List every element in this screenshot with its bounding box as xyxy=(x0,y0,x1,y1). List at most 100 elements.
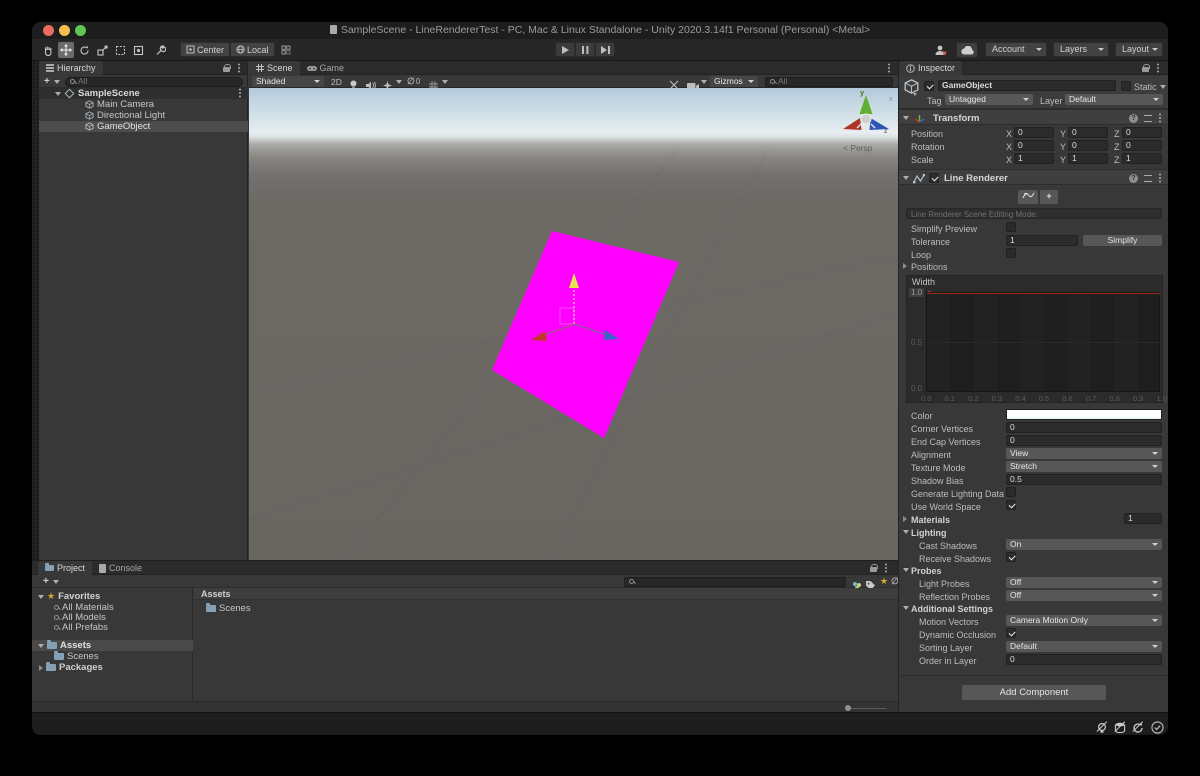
tree-row-assets[interactable]: Assets xyxy=(32,640,193,651)
gameobject-active-checkbox[interactable] xyxy=(924,81,934,91)
position-y-field[interactable]: 0 xyxy=(1068,127,1108,138)
texture-mode-dropdown[interactable]: Stretch xyxy=(1006,461,1162,472)
hierarchy-row-gameobject[interactable]: GameObject xyxy=(39,121,248,132)
custom-tool-button[interactable] xyxy=(152,42,168,58)
reflection-probes-dropdown[interactable]: Off xyxy=(1006,590,1162,601)
dynamic-occlusion-checkbox[interactable] xyxy=(1006,628,1016,638)
pivot-center-button[interactable]: Center xyxy=(180,42,230,57)
motion-vectors-dropdown[interactable]: Camera Motion Only xyxy=(1006,615,1162,626)
project-search-input[interactable] xyxy=(624,577,846,587)
persp-label[interactable]: < Persp xyxy=(843,143,873,153)
end-cap-vertices-field[interactable]: 0 xyxy=(1006,435,1162,446)
grid-snap-button[interactable] xyxy=(278,42,294,58)
corner-vertices-field[interactable]: 0 xyxy=(1006,422,1162,433)
transform-help-icon[interactable]: ? xyxy=(1129,114,1138,123)
light-probes-dropdown[interactable]: Off xyxy=(1006,577,1162,588)
check-circle-icon[interactable] xyxy=(1151,721,1164,735)
curve-graph[interactable] xyxy=(926,292,1160,392)
step-button[interactable] xyxy=(595,42,615,57)
axis-y-cone[interactable] xyxy=(860,95,873,114)
project-create-dropdown-icon[interactable] xyxy=(53,580,59,584)
width-curve-editor[interactable]: Width 1.0 0.5 0.0 0.0 0.1 0.2 0.3 0.4 xyxy=(906,275,1163,403)
cache-server-icon[interactable] xyxy=(1114,721,1126,733)
color-gradient-field[interactable] xyxy=(1006,409,1162,420)
scene-visibility-button[interactable]: ∅ 0 xyxy=(407,77,420,86)
simplify-preview-checkbox[interactable] xyxy=(1006,222,1016,232)
refresh-status-icon[interactable] xyxy=(1132,721,1144,733)
generate-lighting-checkbox[interactable] xyxy=(1006,487,1016,497)
tolerance-field[interactable]: 1 xyxy=(1006,235,1078,246)
line-renderer-foldout-icon[interactable] xyxy=(903,176,909,180)
transform-header[interactable]: Transform ? xyxy=(899,109,1168,125)
inspector-lock-icon[interactable] xyxy=(1142,67,1149,72)
tab-inspector[interactable]: Inspector xyxy=(899,61,962,75)
line-renderer-kebab-icon[interactable] xyxy=(1159,177,1161,179)
cast-shadows-dropdown[interactable]: On xyxy=(1006,539,1162,550)
tab-game[interactable]: Game xyxy=(300,61,352,75)
positions-foldout-icon[interactable] xyxy=(903,263,907,269)
project-create-button[interactable]: + xyxy=(43,576,49,587)
transform-tool-button[interactable] xyxy=(130,42,146,58)
orientation-gizmo[interactable] xyxy=(843,95,889,130)
grid-dropdown-icon[interactable] xyxy=(442,80,448,84)
inspector-kebab-icon[interactable] xyxy=(1157,67,1159,69)
project-kebab-icon[interactable] xyxy=(885,567,887,569)
foldout-open-icon[interactable] xyxy=(55,92,61,96)
collab-button[interactable] xyxy=(930,42,950,58)
lock-icon[interactable] xyxy=(223,67,230,72)
axis-x-cone[interactable] xyxy=(843,118,862,130)
materials-count-field[interactable]: 1 xyxy=(1124,513,1162,524)
transform-foldout-icon[interactable] xyxy=(903,116,909,120)
sorting-layer-dropdown[interactable]: Default xyxy=(1006,641,1162,652)
rect-tool-button[interactable] xyxy=(112,42,128,58)
hierarchy-row-light[interactable]: Directional Light xyxy=(39,110,248,121)
lighting-foldout-icon[interactable] xyxy=(903,530,909,534)
pause-button[interactable] xyxy=(575,42,595,57)
shadow-bias-field[interactable]: 0.5 xyxy=(1006,474,1162,485)
rotation-x-field[interactable]: 0 xyxy=(1014,140,1054,151)
hierarchy-row-scene[interactable]: SampleScene xyxy=(39,88,248,99)
position-x-field[interactable]: 0 xyxy=(1014,127,1054,138)
tree-row-scenes[interactable]: Scenes xyxy=(32,651,193,662)
rotation-z-field[interactable]: 0 xyxy=(1122,140,1162,151)
project-lock-icon[interactable] xyxy=(870,567,877,572)
layer-dropdown[interactable]: Default xyxy=(1065,94,1163,105)
scene-kebab-menu-icon[interactable] xyxy=(888,67,890,69)
cloud-services-button[interactable] xyxy=(956,42,978,58)
static-checkbox[interactable] xyxy=(1121,81,1131,91)
rotate-tool-button[interactable] xyxy=(76,42,92,58)
favorites-foldout-icon[interactable] xyxy=(38,595,44,599)
hierarchy-search-input[interactable]: All xyxy=(65,77,243,87)
auto-generate-lighting-icon[interactable] xyxy=(1096,721,1108,733)
use-world-space-checkbox[interactable] xyxy=(1006,500,1016,510)
tab-hierarchy[interactable]: Hierarchy xyxy=(39,61,103,75)
favorites-filter-icon[interactable]: ★ xyxy=(880,577,888,586)
axis-center-sphere[interactable] xyxy=(861,114,871,124)
scale-y-field[interactable]: 1 xyxy=(1068,153,1108,164)
tree-row-favorites[interactable]: ★ Favorites xyxy=(32,591,193,602)
camera-dropdown-icon[interactable] xyxy=(701,80,707,84)
layers-dropdown[interactable]: Layers xyxy=(1053,42,1109,57)
content-item-scenes[interactable]: Scenes xyxy=(194,603,898,614)
alignment-dropdown[interactable]: View xyxy=(1006,448,1162,459)
icon-dropdown-arrow[interactable] xyxy=(913,93,917,96)
line-renderer-enabled-checkbox[interactable] xyxy=(929,173,939,183)
gizmos-dropdown[interactable]: Gizmos xyxy=(710,76,758,87)
move-tool-button[interactable] xyxy=(58,42,74,58)
line-renderer-header[interactable]: Line Renderer ? xyxy=(899,169,1168,185)
assets-foldout-icon[interactable] xyxy=(38,644,44,648)
gameobject-name-field[interactable]: GameObject xyxy=(938,80,1116,91)
probes-foldout-icon[interactable] xyxy=(903,568,909,572)
tab-scene[interactable]: Scene xyxy=(249,61,300,75)
loop-checkbox[interactable] xyxy=(1006,248,1016,258)
thumbnail-size-slider-knob[interactable] xyxy=(845,705,851,711)
tree-row-packages[interactable]: Packages xyxy=(32,662,193,673)
line-renderer-quad[interactable] xyxy=(492,231,679,438)
tab-console[interactable]: Console xyxy=(92,561,149,575)
scale-z-field[interactable]: 1 xyxy=(1122,153,1162,164)
receive-shadows-checkbox[interactable] xyxy=(1006,552,1016,562)
hierarchy-row-camera[interactable]: Main Camera xyxy=(39,99,248,110)
line-renderer-help-icon[interactable]: ? xyxy=(1129,174,1138,183)
scale-x-field[interactable]: 1 xyxy=(1014,153,1054,164)
additional-settings-foldout-icon[interactable] xyxy=(903,606,909,610)
